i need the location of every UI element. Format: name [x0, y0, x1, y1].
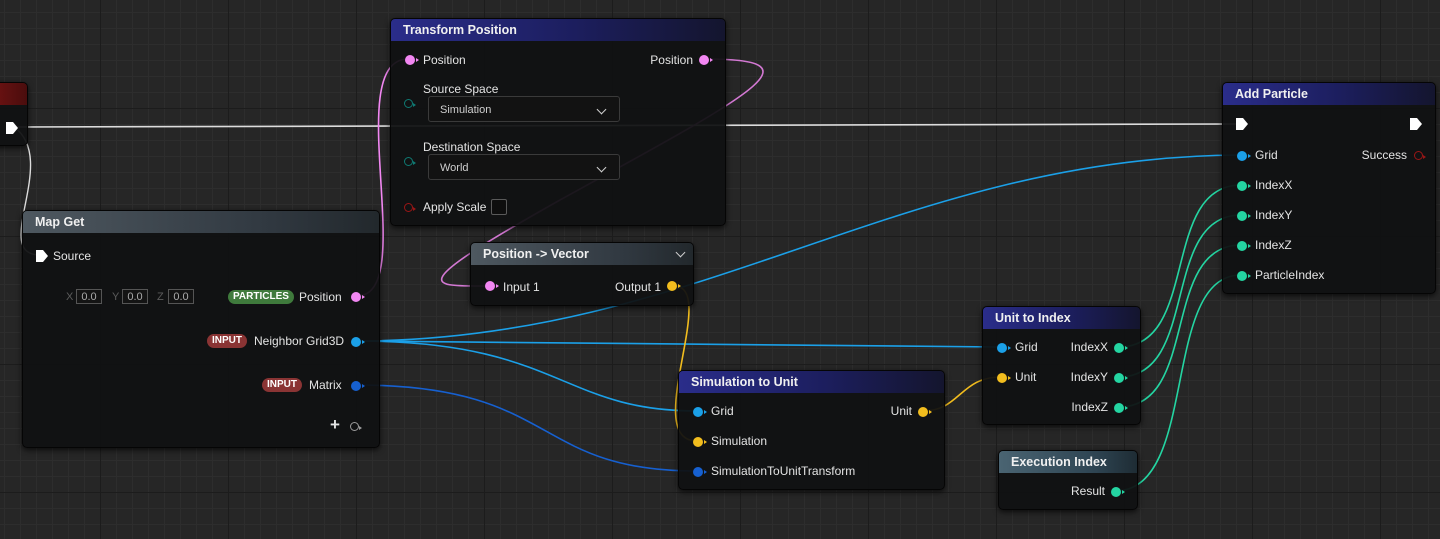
z-label: Z [157, 291, 164, 303]
index-x-output-pin[interactable] [1114, 343, 1128, 353]
destination-space-pin[interactable] [404, 157, 416, 166]
node-title: Map Get [23, 211, 379, 233]
source-space-dropdown[interactable]: Simulation [428, 96, 620, 122]
destination-space-dropdown[interactable]: World [428, 154, 620, 180]
particle-index-input-pin[interactable] [1237, 271, 1251, 281]
position-output-label: Position [650, 53, 693, 67]
node-transform-position[interactable]: Transform Position Position Position Sou… [390, 18, 726, 226]
input-namespace-tag: INPUT [262, 378, 302, 392]
index-y-input-label: IndexY [1255, 208, 1293, 222]
index-z-input-pin[interactable] [1237, 241, 1251, 251]
grid-input-label: Grid [711, 404, 734, 418]
destination-space-value: World [440, 162, 469, 174]
z-value-input[interactable]: 0.0 [168, 289, 194, 304]
node-position-to-vector[interactable]: Position -> Vector Input 1 Output 1 [470, 242, 694, 306]
add-pin-circle-icon[interactable] [350, 422, 362, 431]
index-y-input-pin[interactable] [1237, 211, 1251, 221]
grid-wire-sim-to-unit [355, 340, 698, 412]
grid-input-pin[interactable] [997, 343, 1011, 353]
chevron-down-icon [596, 162, 607, 173]
offscreen-node-header [0, 83, 27, 105]
chevron-down-icon [596, 104, 607, 115]
transform-input-pin[interactable] [693, 467, 707, 477]
index-x-output-label: IndexX [1070, 340, 1108, 354]
matrix-output-pin[interactable] [351, 381, 365, 391]
index-z-input-label: IndexZ [1255, 238, 1292, 252]
output1-label: Output 1 [614, 280, 661, 294]
matrix-wire [355, 384, 698, 472]
neighbor-grid-output-pin[interactable] [351, 337, 365, 347]
source-space-value: Simulation [440, 104, 492, 116]
output1-pin[interactable] [667, 281, 681, 291]
node-title: Add Particle [1223, 83, 1435, 105]
position-output-label: Position [299, 290, 342, 304]
grid-input-pin[interactable] [693, 407, 707, 417]
node-title: Unit to Index [983, 307, 1140, 329]
input-namespace-tag: INPUT [207, 334, 247, 348]
x-value-input[interactable]: 0.0 [76, 289, 102, 304]
node-title: Transform Position [391, 19, 725, 41]
unit-output-label: Unit [890, 404, 912, 418]
grid-input-pin[interactable] [1237, 151, 1251, 161]
node-title: Simulation to Unit [679, 371, 944, 393]
simulation-input-pin[interactable] [693, 437, 707, 447]
matrix-label: Matrix [309, 378, 342, 392]
y-label: Y [112, 291, 120, 303]
position-input-label: Position [423, 53, 466, 67]
grid-input-label: Grid [1255, 148, 1278, 162]
destination-space-label: Destination Space [423, 140, 521, 154]
input1-pin[interactable] [485, 281, 499, 291]
index-x-input-label: IndexX [1255, 178, 1293, 192]
result-output-label: Result [1070, 484, 1105, 498]
apply-scale-checkbox[interactable] [491, 199, 507, 215]
node-unit-to-index[interactable]: Unit to Index Grid IndexX Unit IndexY In… [982, 306, 1141, 425]
node-map-get[interactable]: Map Get Source X 0.0 Y 0.0 Z 0.0 PARTICL… [22, 210, 380, 448]
add-pin-icon[interactable]: + [330, 416, 340, 433]
offscreen-node[interactable] [0, 82, 28, 146]
node-title: Execution Index [999, 451, 1137, 473]
index-z-output-label: IndexZ [1071, 400, 1108, 414]
success-output-pin[interactable] [1414, 151, 1426, 160]
grid-input-label: Grid [1015, 340, 1038, 354]
particles-namespace-tag: PARTICLES [228, 290, 294, 304]
apply-scale-pin[interactable] [404, 203, 416, 212]
index-y-output-pin[interactable] [1114, 373, 1128, 383]
position-output-pin[interactable] [351, 292, 365, 302]
transform-input-label: SimulationToUnitTransform [711, 464, 856, 478]
input1-label: Input 1 [503, 280, 540, 294]
position-output-pin[interactable] [699, 55, 713, 65]
source-space-label: Source Space [423, 82, 499, 96]
y-value-input[interactable]: 0.0 [122, 289, 148, 304]
node-add-particle[interactable]: Add Particle Grid Success IndexX IndexY … [1222, 82, 1436, 294]
node-title: Position -> Vector [471, 243, 693, 265]
index-z-output-pin[interactable] [1114, 403, 1128, 413]
unit-input-pin[interactable] [997, 373, 1011, 383]
particle-index-input-label: ParticleIndex [1255, 268, 1325, 282]
success-output-label: Success [1361, 148, 1407, 162]
unit-input-label: Unit [1015, 370, 1037, 384]
index-y-output-label: IndexY [1070, 370, 1108, 384]
source-space-pin[interactable] [404, 99, 416, 108]
grid-wire-unit-to-index [355, 340, 1001, 348]
node-execution-index[interactable]: Execution Index Result [998, 450, 1138, 510]
neighbor-grid-label: Neighbor Grid3D [254, 334, 345, 348]
result-output-pin[interactable] [1111, 487, 1125, 497]
index-x-input-pin[interactable] [1237, 181, 1251, 191]
source-label: Source [53, 249, 92, 263]
x-label: X [66, 291, 74, 303]
position-input-pin[interactable] [405, 55, 419, 65]
node-simulation-to-unit[interactable]: Simulation to Unit Grid Unit Simulation … [678, 370, 945, 490]
apply-scale-label: Apply Scale [423, 200, 487, 214]
unit-output-pin[interactable] [918, 407, 932, 417]
simulation-input-label: Simulation [711, 434, 768, 448]
